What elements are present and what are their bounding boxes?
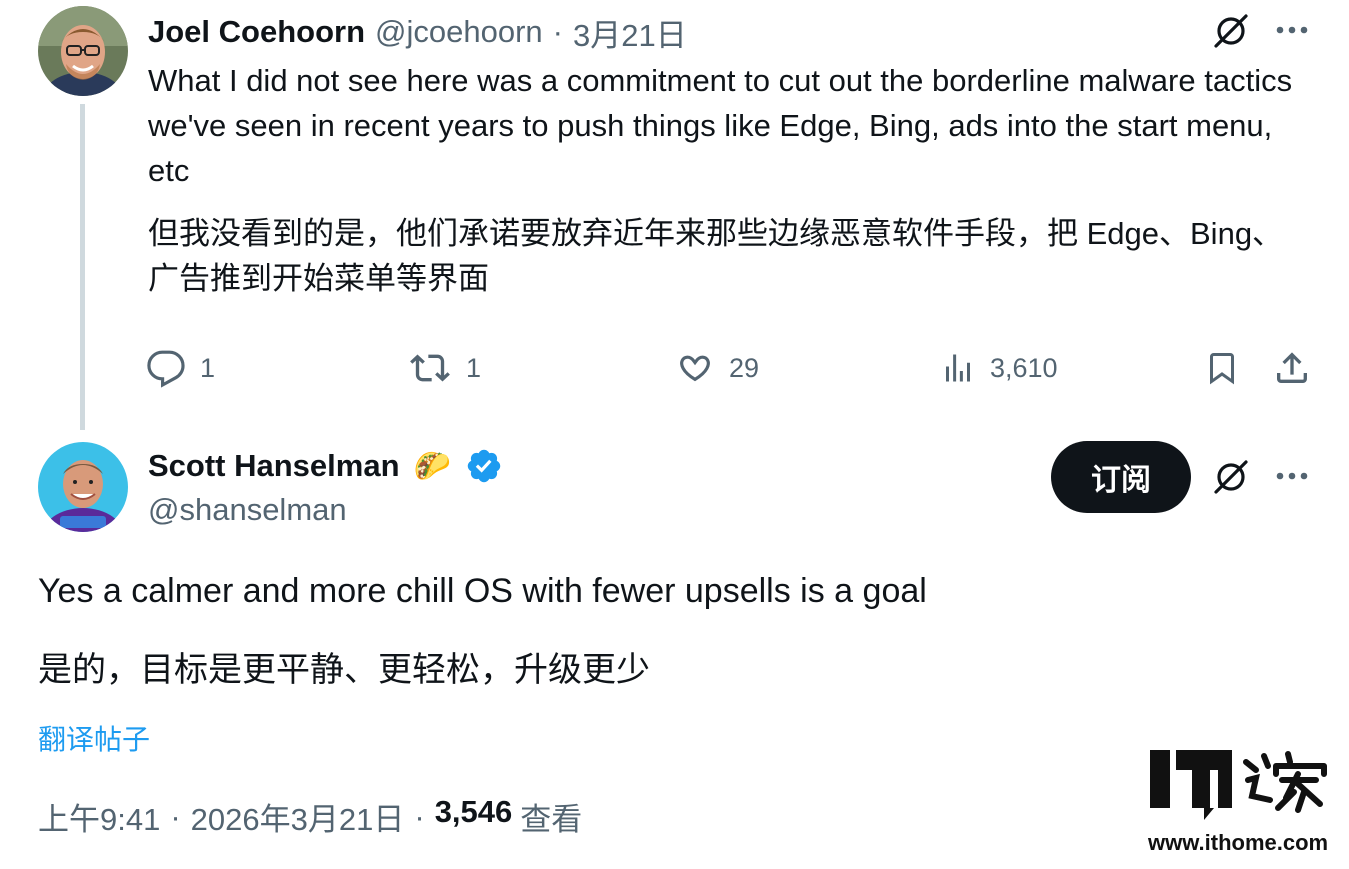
reply-text-zh: 但我没看到的是，他们承诺要放弃近年来那些边缘恶意软件手段，把 Edge、Bing… [148,216,1284,296]
share-button[interactable] [1270,346,1314,390]
more-icon [1276,26,1308,34]
like-count: 29 [729,352,760,383]
main-text-zh: 是的，目标是更平静、更轻松，升级更少 [38,651,650,689]
main-text-en: Yes a calmer and more chill OS with fewe… [38,572,927,610]
grok-icon [1214,460,1248,494]
views-count: 3,610 [990,352,1058,383]
share-icon [1277,352,1307,383]
grok-button[interactable] [1208,8,1254,54]
grok-icon [1214,14,1248,48]
like-button[interactable]: 29 [675,346,759,390]
taco-emoji: 🌮 [413,448,451,484]
bookmark-icon [1210,353,1234,385]
tweet-time[interactable]: 上午9:41 [38,794,160,839]
tweet-full-date[interactable]: 2026年3月21日 [191,794,405,839]
comment-icon [147,350,185,388]
separator-dot: · [414,798,425,834]
tweet-meta: 上午9:41 · 2026年3月21日 · 3,546 查看 [38,794,582,839]
more-options-button[interactable] [1270,456,1314,496]
reply-text-en: What I did not see here was a commitment… [148,63,1293,188]
view-label: 查看 [520,802,583,837]
view-count: 3,546 [434,794,513,829]
thread-connector-line [80,104,85,430]
retweet-icon [410,354,450,382]
avatar[interactable] [38,6,128,96]
heart-icon [680,355,710,382]
subscribe-button[interactable]: 订阅 [1051,441,1191,513]
more-options-button[interactable] [1270,10,1314,50]
main-header: Scott Hanselman 🌮 [148,444,503,488]
reply-button[interactable]: 1 [146,346,215,390]
reply-header: Joel Coehoorn @jcoehoorn · 3月21日 [148,10,687,55]
translate-post-link[interactable]: 翻译帖子 [38,718,150,758]
ithome-url: www.ithome.com [1148,830,1329,855]
retweet-count: 1 [466,352,482,383]
ithome-logo [1148,748,1330,828]
grok-button[interactable] [1208,454,1254,500]
author-name[interactable]: Joel Coehoorn [148,14,365,50]
tweet-date[interactable]: 3月21日 [573,10,687,55]
author-handle[interactable]: @jcoehoorn [375,14,543,50]
views-button[interactable]: 3,610 [940,346,1058,390]
reply-count: 1 [200,352,216,383]
bookmark-button[interactable] [1202,346,1242,390]
author-handle[interactable]: @shanselman [148,492,347,528]
verified-badge-icon[interactable] [465,447,503,485]
analytics-icon [946,354,970,382]
separator-dot: · [552,14,563,49]
retweet-button[interactable]: 1 [408,346,481,390]
separator-dot: · [170,798,181,834]
more-icon [1276,472,1308,480]
author-name[interactable]: Scott Hanselman [148,448,400,484]
view-stat[interactable]: 3,546 查看 [435,794,583,839]
avatar[interactable] [38,442,128,532]
